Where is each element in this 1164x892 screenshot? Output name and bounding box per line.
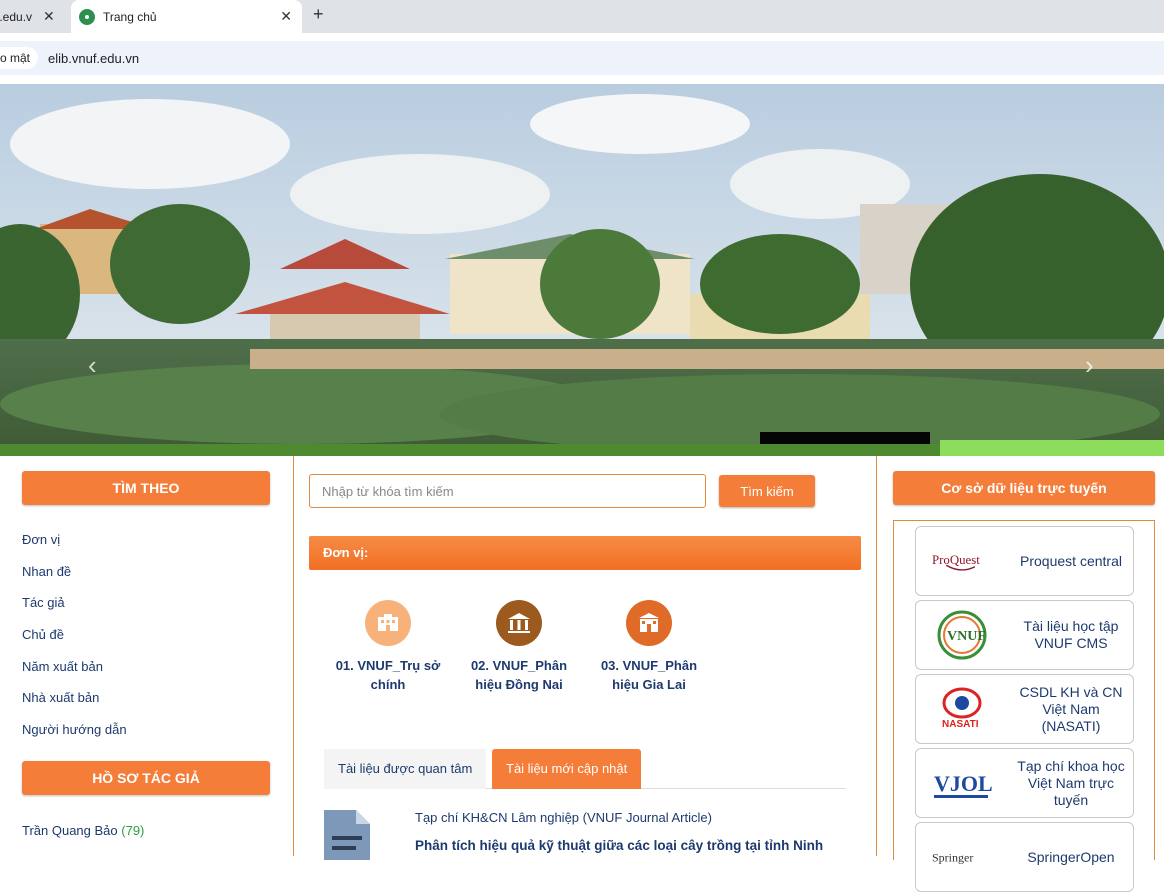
tab-recent-documents[interactable]: Tài liệu mới cập nhật — [492, 749, 642, 789]
svg-text:NASATI: NASATI — [942, 719, 979, 730]
browse-link-title[interactable]: Nhan đề — [22, 564, 127, 596]
db-card-vjol[interactable]: VJOL Tạp chí khoa học Việt Nam trực tuyế… — [915, 748, 1134, 818]
browse-header: TÌM THEO — [22, 471, 270, 505]
browse-link-subject[interactable]: Chủ đề — [22, 627, 127, 659]
author-link[interactable]: Trần Quang Bảo (79) — [22, 823, 144, 838]
author-count: (79) — [121, 823, 145, 838]
db-name: SpringerOpen — [1027, 848, 1115, 865]
document-tabs: Tài liệu được quan tâm Tài liệu mới cập … — [324, 749, 846, 789]
svg-text:VNUF: VNUF — [947, 629, 986, 644]
building-icon — [365, 600, 411, 646]
new-tab-icon[interactable]: + — [313, 4, 324, 25]
right-sidebar: Cơ sở dữ liệu trực tuyến ProQuest Proque… — [877, 456, 1164, 892]
browse-link-author[interactable]: Tác giả — [22, 595, 127, 627]
db-card-springer[interactable]: Springer SpringerOpen — [915, 822, 1134, 892]
search-button[interactable]: Tìm kiếm — [719, 475, 815, 507]
unit-dong-nai[interactable]: 02. VNUF_Phân hiệu Đồng Nai — [464, 600, 574, 694]
document-source[interactable]: Tạp chí KH&CN Lâm nghiệp (VNUF Journal A… — [415, 810, 712, 825]
db-name: Tạp chí khoa học Việt Nam trực tuyến — [1017, 757, 1125, 808]
banner-carousel: ‹ › — [0, 84, 1164, 456]
close-icon[interactable]: ✕ — [280, 8, 292, 25]
svg-text:VJOL: VJOL — [934, 771, 992, 796]
browse-link-unit[interactable]: Đơn vị — [22, 532, 127, 564]
tab-title: f.edu.v — [0, 9, 33, 24]
units-section-header: Đơn vị: — [309, 536, 861, 570]
proquest-logo: ProQuest — [932, 535, 992, 587]
search-input[interactable] — [309, 474, 706, 508]
tab-title: Trang chủ — [103, 9, 157, 24]
site-favicon-icon — [79, 8, 95, 25]
unit-main-campus[interactable]: 01. VNUF_Trụ sở chính — [333, 600, 443, 694]
db-card-proquest[interactable]: ProQuest Proquest central — [915, 526, 1134, 596]
institution-icon — [496, 600, 542, 646]
campus-photo — [0, 84, 1164, 456]
security-chip[interactable]: o mật — [0, 47, 39, 69]
author-profile-header: HỒ SƠ TÁC GIẢ — [22, 761, 270, 795]
tab-popular-documents[interactable]: Tài liệu được quan tâm — [324, 749, 487, 789]
browser-tab-inactive[interactable]: f.edu.v ✕ — [0, 0, 66, 33]
browse-link-year[interactable]: Năm xuất bản — [22, 659, 127, 691]
browse-link-publisher[interactable]: Nhà xuất bản — [22, 690, 127, 722]
browser-tab-active[interactable]: Trang chủ ✕ — [71, 0, 302, 33]
database-panel: ProQuest Proquest central VNUF Tài liệu … — [893, 520, 1155, 892]
url-text[interactable]: elib.vnuf.edu.vn — [48, 51, 139, 66]
close-icon[interactable]: ✕ — [43, 8, 55, 25]
online-db-header: Cơ sở dữ liệu trực tuyến — [893, 471, 1155, 505]
svg-text:Springer: Springer — [932, 851, 973, 865]
address-bar: o mật elib.vnuf.edu.vn — [0, 33, 1164, 81]
nasati-logo: NASATI — [932, 683, 992, 735]
db-card-nasati[interactable]: NASATI CSDL KH và CN Việt Nam (NASATI) — [915, 674, 1134, 744]
carousel-prev-icon[interactable]: ‹ — [88, 350, 97, 381]
left-sidebar: TÌM THEO Đơn vị Nhan đề Tác giả Chủ đề N… — [0, 456, 294, 856]
browse-list: Đơn vị Nhan đề Tác giả Chủ đề Năm xuất b… — [22, 532, 127, 754]
carousel-next-icon[interactable]: › — [1085, 350, 1094, 381]
author-name: Trần Quang Bảo — [22, 823, 118, 838]
db-name: Tài liệu học tập VNUF CMS — [1023, 618, 1119, 651]
unit-label: 01. VNUF_Trụ sở chính — [335, 658, 441, 692]
document-title[interactable]: Phân tích hiệu quả kỹ thuật giữa các loạ… — [415, 838, 823, 853]
svg-text:ProQuest: ProQuest — [932, 553, 980, 567]
main-content: Tìm kiếm Đơn vị: 01. VNUF_Trụ sở chính 0… — [294, 456, 877, 860]
db-name: Proquest central — [1020, 552, 1122, 569]
vjol-logo: VJOL — [932, 757, 992, 809]
url-field[interactable]: o mật elib.vnuf.edu.vn — [0, 41, 1164, 75]
browser-tab-bar: f.edu.v ✕ Trang chủ ✕ + — [0, 0, 1164, 33]
unit-label: 03. VNUF_Phân hiệu Gia Lai — [600, 658, 698, 692]
browse-link-advisor[interactable]: Người hướng dẫn — [22, 722, 127, 754]
unit-label: 02. VNUF_Phân hiệu Đồng Nai — [470, 658, 568, 692]
unit-gia-lai[interactable]: 03. VNUF_Phân hiệu Gia Lai — [594, 600, 704, 694]
db-card-vnuf-cms[interactable]: VNUF Tài liệu học tập VNUF CMS — [915, 600, 1134, 670]
document-icon — [324, 810, 370, 860]
school-icon — [626, 600, 672, 646]
springer-logo: Springer — [932, 831, 992, 883]
vnuf-logo: VNUF — [932, 609, 992, 661]
db-name: CSDL KH và CN Việt Nam (NASATI) — [1019, 683, 1123, 734]
